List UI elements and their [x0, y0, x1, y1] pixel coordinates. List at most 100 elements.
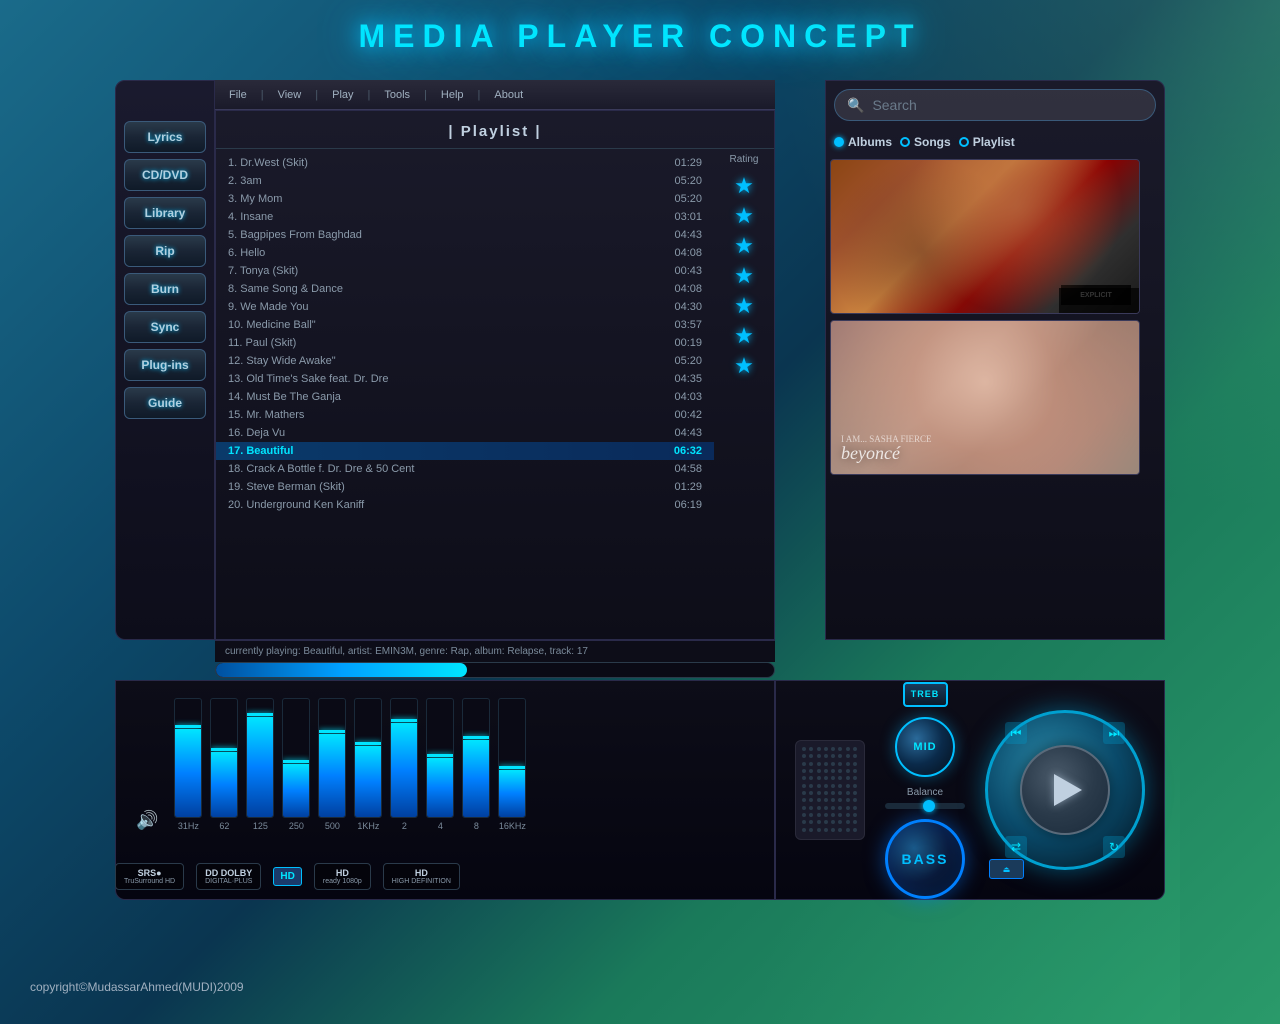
grille-dot: [802, 776, 806, 780]
grille-dot: [817, 747, 821, 751]
grille-dot: [853, 791, 857, 795]
playlist-item[interactable]: 1. Dr.West (Skit)01:29: [216, 154, 714, 172]
eq-bar-container: [354, 698, 382, 818]
menu-tools[interactable]: Tools: [380, 87, 414, 103]
playlist-item[interactable]: 11. Paul (Skit)00:19: [216, 334, 714, 352]
playlist-item[interactable]: 6. Hello04:08: [216, 244, 714, 262]
content-area: | Playlist | 1. Dr.West (Skit)01:292. 3a…: [215, 110, 775, 640]
grille-dot: [846, 813, 850, 817]
playlist-item[interactable]: 13. Old Time's Sake feat. Dr. Dre04:35: [216, 370, 714, 388]
tab-playlist-dot: [959, 137, 969, 147]
tab-playlist[interactable]: Playlist: [959, 135, 1015, 149]
volume-icon[interactable]: 🔊: [136, 810, 158, 831]
eq-bar-fill: [463, 740, 489, 817]
star-4[interactable]: ★: [734, 263, 754, 289]
next-track-button[interactable]: ⏭: [1103, 722, 1125, 744]
grille-dot: [831, 769, 835, 773]
album-card-2[interactable]: beyoncé I AM... SASHA FIERCE: [830, 320, 1140, 475]
playlist-item[interactable]: 2. 3am05:20: [216, 172, 714, 190]
eq-band-125[interactable]: 125: [246, 698, 274, 831]
sidebar-btn-guide[interactable]: Guide: [124, 387, 206, 419]
prev-track-button[interactable]: ⏮: [1005, 722, 1027, 744]
playlist-item[interactable]: 5. Bagpipes From Baghdad04:43: [216, 226, 714, 244]
playlist-item[interactable]: 9. We Made You04:30: [216, 298, 714, 316]
sidebar-btn-rip[interactable]: Rip: [124, 235, 206, 267]
grille-dot: [824, 820, 828, 824]
grille-dot: [838, 747, 842, 751]
grille-dot: [817, 762, 821, 766]
star-1[interactable]: ★: [734, 173, 754, 199]
mid-knob[interactable]: MID: [895, 717, 955, 777]
grille-dot: [824, 769, 828, 773]
playlist-list[interactable]: 1. Dr.West (Skit)01:292. 3am05:203. My M…: [216, 149, 714, 609]
star-7[interactable]: ★: [734, 353, 754, 379]
sidebar-btn-cddvd[interactable]: CD/DVD: [124, 159, 206, 191]
grille-dot: [809, 769, 813, 773]
progress-bar[interactable]: [215, 662, 775, 678]
sidebar: Lyrics CD/DVD Library Rip Burn Sync Plug…: [115, 80, 215, 640]
playlist-item[interactable]: 3. My Mom05:20: [216, 190, 714, 208]
eq-band-2[interactable]: 2: [390, 698, 418, 831]
menu-about[interactable]: About: [490, 87, 527, 103]
eq-label: 16KHz: [499, 821, 526, 831]
grille-dot: [831, 776, 835, 780]
eq-band-4[interactable]: 4: [426, 698, 454, 831]
knobs-column: TREB MID Balance BASS: [885, 682, 965, 899]
eject-button[interactable]: ⏏: [989, 859, 1024, 879]
balance-container: Balance: [885, 787, 965, 809]
treb-knob[interactable]: TREB: [903, 682, 948, 707]
grille-dot: [853, 813, 857, 817]
shuffle-button[interactable]: ⇄: [1005, 836, 1027, 858]
search-icon: 🔍: [847, 97, 864, 114]
star-6[interactable]: ★: [734, 323, 754, 349]
sidebar-btn-library[interactable]: Library: [124, 197, 206, 229]
sidebar-btn-lyrics[interactable]: Lyrics: [124, 121, 206, 153]
playlist-item[interactable]: 16. Deja Vu04:43: [216, 424, 714, 442]
sidebar-btn-burn[interactable]: Burn: [124, 273, 206, 305]
playlist-item[interactable]: 14. Must Be The Ganja04:03: [216, 388, 714, 406]
search-box[interactable]: 🔍: [834, 89, 1156, 121]
eq-bar-fill: [175, 729, 201, 818]
eq-band-62[interactable]: 62: [210, 698, 238, 831]
playlist-item[interactable]: 12. Stay Wide Awake"05:20: [216, 352, 714, 370]
grille-dot: [831, 820, 835, 824]
album-card-1[interactable]: EXPLICIT: [830, 159, 1140, 314]
eq-label: 250: [289, 821, 304, 831]
playlist-item[interactable]: 8. Same Song & Dance04:08: [216, 280, 714, 298]
grille-dot: [838, 769, 842, 773]
menu-file[interactable]: File: [225, 87, 251, 103]
playlist-item[interactable]: 7. Tonya (Skit)00:43: [216, 262, 714, 280]
grille-dot: [838, 754, 842, 758]
star-5[interactable]: ★: [734, 293, 754, 319]
search-input[interactable]: [872, 97, 1143, 113]
play-button[interactable]: [1020, 745, 1110, 835]
menu-play[interactable]: Play: [328, 87, 357, 103]
playlist-item[interactable]: 4. Insane03:01: [216, 208, 714, 226]
balance-slider[interactable]: [885, 803, 965, 809]
eq-band-250[interactable]: 250: [282, 698, 310, 831]
eq-band-1KHz[interactable]: 1KHz: [354, 698, 382, 831]
playlist-item[interactable]: 10. Medicine Ball"03:57: [216, 316, 714, 334]
tab-albums[interactable]: Albums: [834, 135, 892, 149]
menu-help[interactable]: Help: [437, 87, 468, 103]
repeat-button[interactable]: ↻: [1103, 836, 1125, 858]
playlist-item[interactable]: 17. Beautiful06:32: [216, 442, 714, 460]
playlist-item[interactable]: 19. Steve Berman (Skit)01:29: [216, 478, 714, 496]
playlist-item[interactable]: 18. Crack A Bottle f. Dr. Dre & 50 Cent0…: [216, 460, 714, 478]
sidebar-btn-sync[interactable]: Sync: [124, 311, 206, 343]
grille-dot: [817, 798, 821, 802]
star-3[interactable]: ★: [734, 233, 754, 259]
albums-grid[interactable]: EXPLICIT beyoncé I AM... SASHA FIERCE: [826, 155, 1164, 605]
eq-band-500[interactable]: 500: [318, 698, 346, 831]
eq-band-8[interactable]: 8: [462, 698, 490, 831]
menu-view[interactable]: View: [274, 87, 306, 103]
tab-songs[interactable]: Songs: [900, 135, 951, 149]
playlist-item[interactable]: 20. Underground Ken Kaniff06:19: [216, 496, 714, 514]
eq-band-16KHz[interactable]: 16KHz: [498, 698, 526, 831]
bass-knob[interactable]: BASS: [885, 819, 965, 899]
playlist-item[interactable]: 15. Mr. Mathers00:42: [216, 406, 714, 424]
star-2[interactable]: ★: [734, 203, 754, 229]
grille-dot: [809, 747, 813, 751]
sidebar-btn-plugins[interactable]: Plug-ins: [124, 349, 206, 381]
eq-band-31Hz[interactable]: 31Hz: [174, 698, 202, 831]
